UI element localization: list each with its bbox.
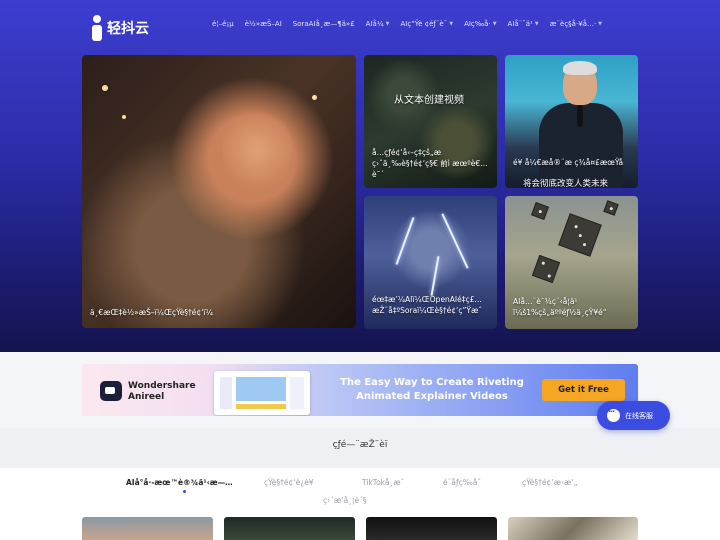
nav-item-ai-generate[interactable]: AIç”Ÿè ¢éƒ¨è¯ ▼ (400, 20, 453, 28)
featured-card-speaker[interactable]: é¥ å¼€æ­å®¨æ ç­¾å¤£æœŸå 将会彻底改变人类未来 (505, 55, 638, 188)
video-logo-icon (100, 381, 122, 401)
storm-caption: éœ‡æ’¼AIï¼ŒOpenAIé‡ç£…æŽ¨å‡ºSoraï¼Œè§†é¢… (372, 295, 483, 315)
top-nav: 轻抖云 é¦–é¡µ è½»æŠ–AI SoraAIå¸æ—¶ä»£ AIå¼ ▼… (0, 0, 720, 56)
speaker-hair (563, 61, 597, 75)
nav-item-ai-accounts[interactable]: AIç‰å· ▼ (464, 20, 496, 28)
featured-caption: ä¸€æŒ‡è½»æŠ–ï¼ŒçŸ­è§†é¢‘ï¼ (90, 308, 213, 317)
caret-down-icon: ▼ (534, 21, 539, 27)
nav-item-ai[interactable]: è½»æŠ–AI (245, 20, 282, 28)
thumbnail-card[interactable] (366, 517, 497, 540)
logo-mark-icon (90, 15, 104, 41)
speaker-caption-zh: 将会彻底改变人类未来 (523, 179, 609, 188)
featured-card-storm[interactable]: éœ‡æ’¼AIï¼ŒOpenAIé‡ç£…æŽ¨å‡ºSoraï¼Œè§†é¢… (364, 196, 497, 329)
nav-item-ai-tools[interactable]: AIå¼ ▼ (366, 20, 390, 28)
lightning-bolt (395, 217, 415, 265)
section-title: çƒ­é—¨æŽ¨èï (332, 440, 388, 450)
lightning-bolt (430, 256, 440, 296)
speaker-caption: é¥ å¼€æ­å®¨æ ç­¾å¤£æœŸå (513, 158, 624, 167)
microphone-icon (577, 105, 583, 127)
hero-section: 轻抖云 é¦–é¡µ è½»æŠ–AI SoraAIå¸æ—¶ä»£ AIå¼ ▼… (0, 0, 720, 352)
tab-live-commerce[interactable]: ç›´æ’­å¸¦è´§ (323, 496, 367, 505)
featured-card-sora[interactable]: 从文本创建视频 å…­çƒé¢‘å‹–ç‡çš„æ ç›ˆä¸‰è§†é¢‘ç§… (364, 55, 497, 188)
online-service-button[interactable]: 在线客服 (597, 401, 670, 430)
caret-down-icon: ▼ (449, 21, 454, 27)
ad-headline: The Easy Way to Create Riveting Animated… (340, 377, 524, 402)
sora-overlay-text: 从文本创建视频 (394, 95, 464, 106)
caret-down-icon: ▼ (385, 21, 390, 27)
lightning-bolt (441, 213, 469, 269)
active-tab-indicator (183, 490, 186, 493)
tab-short-video-ops[interactable]: çŸ­è§†é¢‘è¿è¥ (264, 478, 314, 487)
online-service-label: 在线客服 (625, 411, 653, 420)
tab-tiktok[interactable]: TikTokå¸æˆ (362, 478, 404, 487)
main-menu: é¦–é¡µ è½»æŠ–AI SoraAIå¸æ—¶ä»£ AIå¼ ▼ AIç… (212, 20, 602, 28)
caret-down-icon: ▼ (492, 21, 497, 27)
logo-text: 轻抖云 (107, 21, 149, 37)
thumbnail-card[interactable] (508, 517, 638, 540)
dice-icon (531, 254, 561, 284)
thumbnail-card[interactable] (224, 517, 355, 540)
dice-caption: AIå…¨è¯¾ç¨‹å­¦ä¹ ï¼š1%çš„äººéƒ½ä¸çŸ¥é“ (513, 297, 607, 317)
dice-icon (603, 200, 619, 216)
ad-cta-button[interactable]: Get it Free (542, 379, 625, 401)
featured-card-main[interactable]: ä¸€æŒ‡è½»æŠ–ï¼ŒçŸ­è§†é¢‘ï¼ (82, 55, 356, 328)
dice-icon (558, 213, 602, 257)
nav-item-sora[interactable]: SoraAIå¸æ—¶ä»£ (293, 20, 355, 28)
tab-ai-accounts[interactable]: AIå°å·-æœ™è®¾ä¹‹æ—… (126, 478, 233, 487)
ad-app-screenshot (214, 371, 310, 415)
tab-graphics[interactable]: é¨åƒç‰åˆ (443, 478, 481, 487)
tab-video-shooting[interactable]: çŸ­è§†é¢‘æ‹æ‘„ (522, 478, 578, 487)
bokeh-light (122, 115, 126, 119)
bokeh-light (312, 95, 317, 100)
ad-brand: Wondershare Anireel (128, 381, 196, 402)
caret-down-icon: ▼ (598, 21, 603, 27)
sora-caption: å…­çƒé¢‘å‹–ç‡çš„æ ç›ˆä¸‰è§†é¢‘ç§€ 前ì æœº… (372, 148, 488, 179)
portrait-figure (222, 105, 292, 195)
featured-card-dice[interactable]: AIå…¨è¯¾ç¨‹å­¦ä¹ ï¼š1%çš„äººéƒ½ä¸çŸ¥é“ (505, 196, 638, 329)
nav-item-ai-entertain[interactable]: AIå¨¯ä¹ ▼ (508, 20, 539, 28)
bokeh-light (102, 85, 108, 91)
nav-item-recommended-tools[interactable]: æ¨èç§å·¥å…· ▼ (550, 20, 602, 28)
nav-item-home[interactable]: é¦–é¡µ (212, 20, 234, 28)
chat-bubble-icon (607, 407, 620, 422)
dice-icon (531, 202, 549, 220)
site-logo[interactable]: 轻抖云 (90, 14, 149, 42)
ad-banner[interactable]: Wondershare Anireel The Easy Way to Crea… (82, 364, 638, 416)
thumbnail-card[interactable] (82, 517, 213, 540)
